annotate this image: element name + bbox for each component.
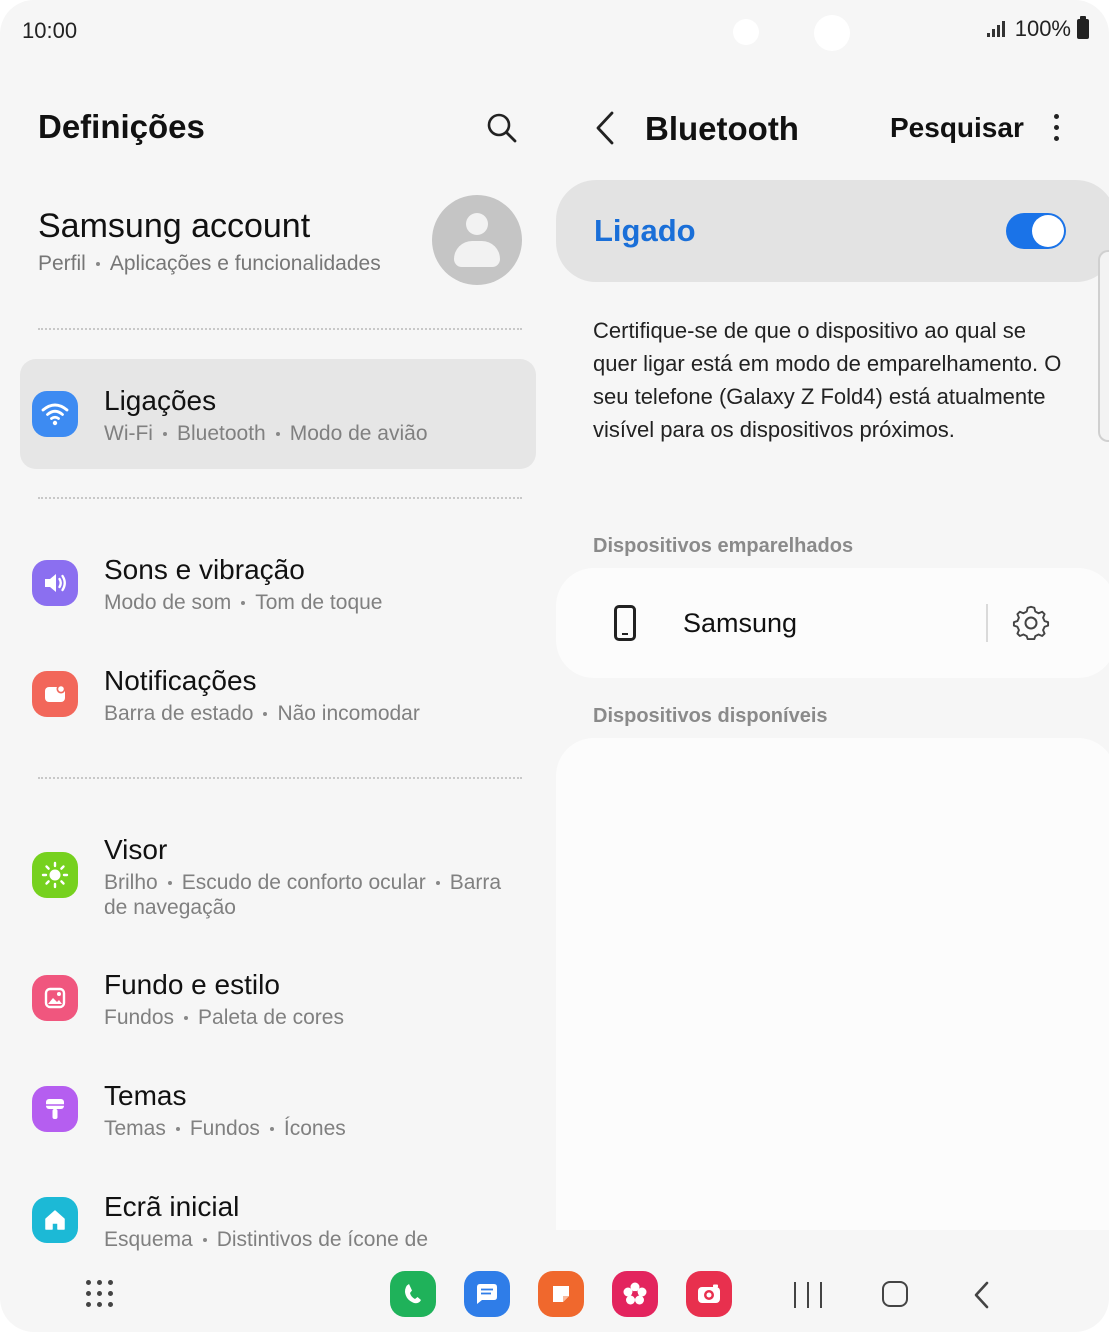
camera-cutout xyxy=(733,19,759,45)
nav-back-button[interactable] xyxy=(972,1280,992,1310)
menu-item-title: Ecrã inicial xyxy=(104,1191,240,1222)
battery-icon xyxy=(1077,16,1089,39)
avatar[interactable] xyxy=(432,195,522,285)
menu-item-title: Ligações xyxy=(104,385,217,416)
notification-icon xyxy=(32,671,78,717)
bluetooth-title: Bluetooth xyxy=(645,110,799,147)
menu-item-subtitle: Modo de som Tom de toque xyxy=(104,591,383,614)
back-icon xyxy=(974,1281,989,1309)
account-name: Samsung account xyxy=(38,207,311,245)
notes-app-icon[interactable] xyxy=(538,1271,584,1317)
menu-item-visor[interactable]: Visor Brilho Escudo de conforto ocular Bar… xyxy=(20,820,536,940)
menu-item-sons-vibracao[interactable]: Sons e vibração Modo de som Tom de toque xyxy=(20,528,536,638)
camera-app-icon[interactable] xyxy=(686,1271,732,1317)
menu-item-subtitle: Brilho Escudo de conforto ocular Barra de n… xyxy=(104,871,502,919)
device-settings-button[interactable] xyxy=(1012,604,1050,642)
search-icon xyxy=(487,113,517,143)
available-devices-header: Dispositivos disponíveis xyxy=(593,705,828,727)
app-drawer-icon[interactable] xyxy=(86,1280,114,1308)
menu-item-subtitle: Temas Fundos Ícones xyxy=(104,1117,346,1140)
menu-item-title: Visor xyxy=(104,834,168,865)
menu-item-subtitle: Barra de estado Não incomodar xyxy=(104,702,420,725)
account-subtitle: Perfil Aplicações e funcionalidades xyxy=(38,252,381,275)
settings-title: Definições xyxy=(38,108,205,145)
search-button[interactable] xyxy=(482,108,522,148)
paint-brush-icon xyxy=(32,1086,78,1132)
battery-percentage: 100% xyxy=(1014,16,1071,41)
signal-icon xyxy=(986,21,1005,37)
bluetooth-switch[interactable] xyxy=(1006,213,1066,249)
sun-icon xyxy=(32,852,78,898)
phone-icon xyxy=(614,605,636,641)
device-name: Samsung xyxy=(683,608,798,638)
search-text-button[interactable]: Pesquisar xyxy=(890,112,1024,144)
panel-scroll-handle[interactable] xyxy=(1098,250,1109,442)
gallery-app-icon[interactable] xyxy=(612,1271,658,1317)
volume-icon xyxy=(32,560,78,606)
menu-item-subtitle: Fundos Paleta de cores xyxy=(104,1006,344,1029)
paired-device-samsung[interactable]: Samsung xyxy=(556,568,1109,678)
back-button[interactable] xyxy=(588,108,624,148)
wifi-icon xyxy=(32,391,78,437)
available-devices-list xyxy=(556,738,1109,1230)
menu-item-title: Fundo e estilo xyxy=(104,969,280,1000)
menu-item-subtitle: Esquema Distintivos de ícone de xyxy=(104,1228,429,1251)
menu-item-notificacoes[interactable]: Notificações Barra de estado Não incomoda… xyxy=(20,639,536,749)
divider xyxy=(986,604,988,642)
home-button[interactable] xyxy=(882,1281,908,1307)
menu-item-fundo-estilo[interactable]: Fundo e estilo Fundos Paleta de cores xyxy=(20,943,536,1053)
menu-item-title: Sons e vibração xyxy=(104,554,305,585)
messages-app-icon[interactable] xyxy=(464,1271,510,1317)
phone-app-icon[interactable] xyxy=(390,1271,436,1317)
menu-item-ligacoes[interactable]: Ligações Wi-Fi Bluetooth Modo de avião xyxy=(20,359,536,469)
screen: 10:00 100% Definições Samsung account Pe… xyxy=(0,0,1109,1332)
status-indicators: 100% xyxy=(986,16,1089,42)
recent-apps-button[interactable] xyxy=(794,1282,822,1308)
menu-item-title: Notificações xyxy=(104,665,257,696)
menu-item-temas[interactable]: Temas Temas Fundos Ícones xyxy=(20,1054,536,1164)
chevron-left-icon xyxy=(596,111,614,145)
menu-item-subtitle: Wi-Fi Bluetooth Modo de avião xyxy=(104,422,428,445)
menu-item-title: Temas xyxy=(104,1080,187,1111)
more-options-button[interactable] xyxy=(1044,110,1068,146)
bluetooth-toggle-card[interactable]: Ligado xyxy=(556,180,1109,282)
divider xyxy=(38,777,522,779)
gear-icon xyxy=(1012,605,1050,641)
bluetooth-status-label: Ligado xyxy=(594,213,696,248)
status-time: 10:00 xyxy=(22,18,78,43)
bluetooth-info-text: Certifique-se de que o dispositivo ao qu… xyxy=(593,318,1062,442)
navigation-bar xyxy=(0,1260,1109,1332)
divider xyxy=(38,328,522,330)
wallpaper-icon xyxy=(32,975,78,1021)
home-icon xyxy=(32,1197,78,1243)
camera-cutout xyxy=(814,15,850,51)
menu-item-ecra-inicial[interactable]: Ecrã inicial Esquema Distintivos de ícone… xyxy=(20,1165,536,1275)
paired-devices-header: Dispositivos emparelhados xyxy=(593,535,854,557)
divider xyxy=(38,497,522,499)
